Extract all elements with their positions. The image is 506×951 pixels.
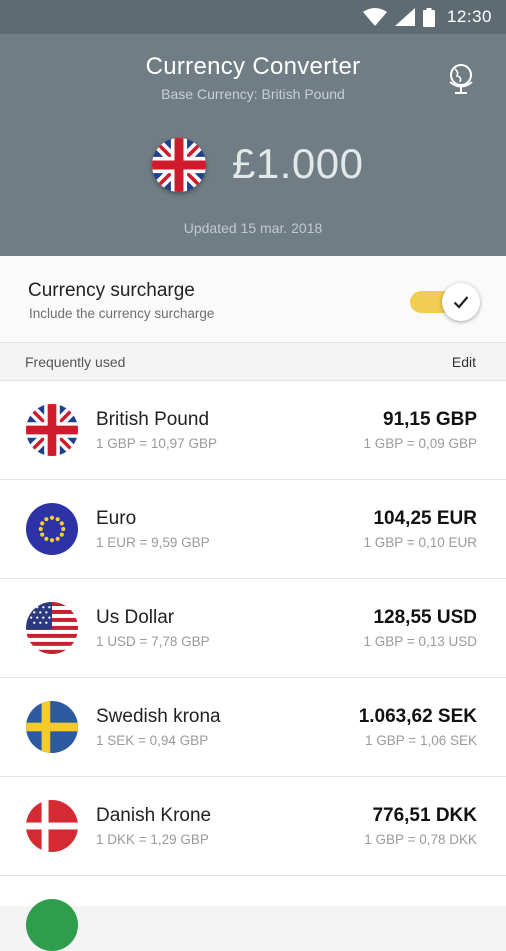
currency-row-dkk[interactable]: Danish Krone 1 DKK = 1,29 GBP 776,51 DKK… bbox=[0, 777, 506, 876]
eu-flag-icon bbox=[26, 503, 78, 555]
base-currency-subtitle: Base Currency: British Pound bbox=[161, 86, 345, 102]
toggle-knob bbox=[442, 283, 480, 321]
currency-name: Danish Krone bbox=[96, 805, 212, 826]
surcharge-toggle[interactable] bbox=[410, 283, 480, 321]
base-currency-flag[interactable] bbox=[152, 138, 206, 192]
updated-timestamp: Updated 15 mar. 2018 bbox=[183, 220, 323, 236]
se-flag-icon bbox=[26, 701, 78, 753]
base-amount[interactable]: £1.000 bbox=[232, 140, 363, 188]
currency-name: Swedish krona bbox=[96, 706, 221, 727]
inverse-rate: 1 GBP = 0,09 GBP bbox=[363, 436, 477, 451]
wifi-icon bbox=[362, 8, 387, 26]
signal-icon bbox=[394, 8, 415, 26]
currency-rate: 1 EUR = 9,59 GBP bbox=[96, 535, 210, 550]
currency-row-eur[interactable]: Euro 1 EUR = 9,59 GBP 104,25 EUR 1 GBP =… bbox=[0, 480, 506, 579]
check-icon bbox=[453, 295, 469, 309]
dk-flag-icon bbox=[26, 800, 78, 852]
currency-row-gbp[interactable]: British Pound 1 GBP = 10,97 GBP 91,15 GB… bbox=[0, 381, 506, 480]
inverse-rate: 1 GBP = 0,10 EUR bbox=[363, 535, 477, 550]
surcharge-title: Currency surcharge bbox=[28, 280, 195, 301]
converted-value: 91,15 GBP bbox=[383, 409, 477, 430]
globe-icon[interactable] bbox=[444, 62, 478, 96]
currency-rate: 1 GBP = 10,97 GBP bbox=[96, 436, 217, 451]
status-bar: 12:30 bbox=[0, 0, 506, 34]
currency-row-sek[interactable]: Swedish krona 1 SEK = 0,94 GBP 1.063,62 … bbox=[0, 678, 506, 777]
flag-icon bbox=[26, 899, 78, 951]
converted-value: 776,51 DKK bbox=[372, 805, 477, 826]
currency-name: Euro bbox=[96, 508, 137, 529]
currency-name: British Pound bbox=[96, 409, 210, 430]
status-time: 12:30 bbox=[446, 7, 492, 26]
currency-rate: 1 DKK = 1,29 GBP bbox=[96, 832, 209, 847]
section-label: Frequently used bbox=[25, 354, 126, 370]
currency-row-partial[interactable] bbox=[0, 876, 506, 951]
section-header: Frequently used Edit bbox=[0, 343, 506, 381]
header: Currency Converter Base Currency: Britis… bbox=[0, 34, 506, 256]
inverse-rate: 1 GBP = 0,13 USD bbox=[363, 634, 477, 649]
currency-list: British Pound 1 GBP = 10,97 GBP 91,15 GB… bbox=[0, 381, 506, 951]
edit-button[interactable]: Edit bbox=[452, 354, 476, 370]
surcharge-description: Include the currency surcharge bbox=[29, 306, 215, 321]
us-flag-icon bbox=[26, 602, 78, 654]
currency-rate: 1 SEK = 0,94 GBP bbox=[96, 733, 209, 748]
surcharge-row[interactable]: Currency surcharge Include the currency … bbox=[0, 256, 506, 343]
inverse-rate: 1 GBP = 1,06 SEK bbox=[365, 733, 477, 748]
inverse-rate: 1 GBP = 0,78 DKK bbox=[364, 832, 477, 847]
converted-value: 128,55 USD bbox=[373, 607, 477, 628]
converted-value: 1.063,62 SEK bbox=[358, 706, 477, 727]
battery-icon bbox=[422, 7, 435, 27]
uk-flag-icon bbox=[26, 404, 78, 456]
app-title: Currency Converter bbox=[145, 53, 361, 80]
converted-value: 104,25 EUR bbox=[373, 508, 477, 529]
currency-rate: 1 USD = 7,78 GBP bbox=[96, 634, 210, 649]
currency-row-usd[interactable]: Us Dollar 1 USD = 7,78 GBP 128,55 USD 1 … bbox=[0, 579, 506, 678]
currency-name: Us Dollar bbox=[96, 607, 175, 628]
